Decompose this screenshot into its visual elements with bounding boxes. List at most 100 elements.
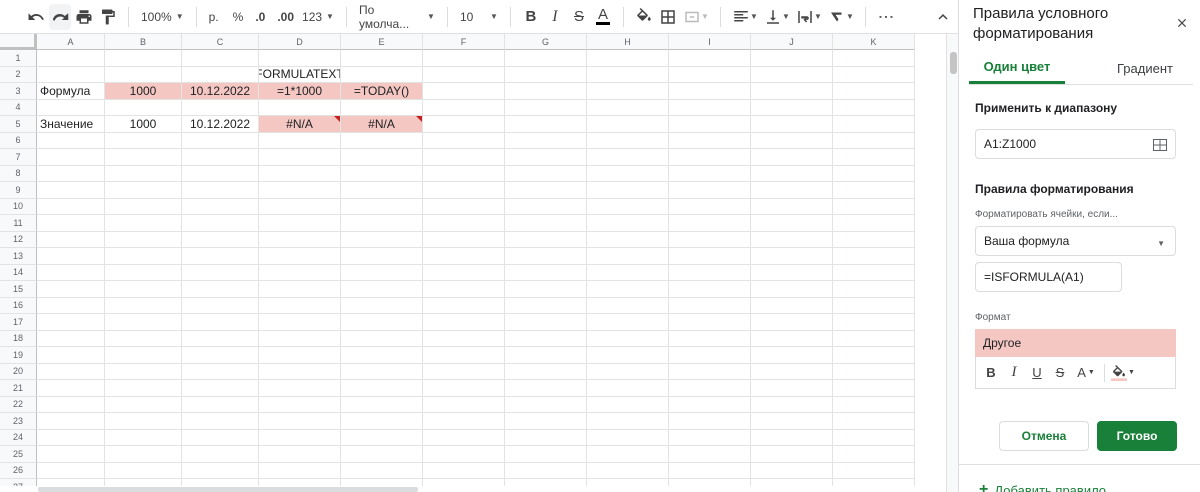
cell-k10[interactable] [833,198,915,215]
cell-j10[interactable] [751,198,833,215]
cell-f20[interactable] [423,363,505,380]
cell-h17[interactable] [587,314,669,331]
cell-a22[interactable] [37,396,105,413]
cell-a2[interactable] [37,66,105,83]
cell-b22[interactable] [105,396,182,413]
cell-g11[interactable] [505,215,587,232]
cell-e19[interactable] [341,347,423,364]
cell-h9[interactable] [587,182,669,199]
row-header-7[interactable]: 7 [0,149,37,166]
cell-a18[interactable] [37,330,105,347]
column-header-k[interactable]: K [833,34,915,50]
condition-select[interactable]: Ваша формула ▼ [975,226,1176,256]
cell-b14[interactable] [105,264,182,281]
cell-c17[interactable] [182,314,259,331]
cell-d24[interactable] [259,429,341,446]
cell-f15[interactable] [423,281,505,298]
cell-k7[interactable] [833,149,915,166]
row-header-15[interactable]: 15 [0,281,37,298]
cell-d9[interactable] [259,182,341,199]
cell-e25[interactable] [341,446,423,463]
cell-a19[interactable] [37,347,105,364]
cell-k24[interactable] [833,429,915,446]
formula-input[interactable]: =ISFORMULA(A1) [975,262,1122,292]
cell-c19[interactable] [182,347,259,364]
cell-c15[interactable] [182,281,259,298]
cell-i12[interactable] [669,231,751,248]
cell-c2[interactable] [182,66,259,83]
cell-g22[interactable] [505,396,587,413]
cell-f7[interactable] [423,149,505,166]
cell-f16[interactable] [423,297,505,314]
cell-g21[interactable] [505,380,587,397]
cell-c4[interactable] [182,99,259,116]
cell-a1[interactable] [37,50,105,67]
cell-c3[interactable]: 10.12.2022 [182,83,259,100]
cell-e15[interactable] [341,281,423,298]
undo-icon[interactable] [25,4,47,30]
cell-h23[interactable] [587,413,669,430]
cell-i11[interactable] [669,215,751,232]
done-button[interactable]: Готово [1097,421,1177,451]
cell-d3[interactable]: =1*1000 [259,83,341,100]
cell-g24[interactable] [505,429,587,446]
row-header-12[interactable]: 12 [0,231,37,248]
cell-e11[interactable] [341,215,423,232]
print-icon[interactable] [73,4,95,30]
row-header-6[interactable]: 6 [0,132,37,149]
cell-e21[interactable] [341,380,423,397]
cell-b13[interactable] [105,248,182,265]
cell-d22[interactable] [259,396,341,413]
cell-b26[interactable] [105,462,182,479]
cell-f6[interactable] [423,132,505,149]
cell-g13[interactable] [505,248,587,265]
cell-h18[interactable] [587,330,669,347]
column-header-b[interactable]: B [105,34,182,50]
cell-f22[interactable] [423,396,505,413]
cell-j12[interactable] [751,231,833,248]
row-header-21[interactable]: 21 [0,380,37,397]
cell-b20[interactable] [105,363,182,380]
cell-f2[interactable] [423,66,505,83]
cell-i2[interactable] [669,66,751,83]
cell-b2[interactable] [105,66,182,83]
cell-a13[interactable] [37,248,105,265]
cell-i5[interactable] [669,116,751,133]
cell-b21[interactable] [105,380,182,397]
row-header-1[interactable]: 1 [0,50,37,67]
cell-i25[interactable] [669,446,751,463]
cell-g19[interactable] [505,347,587,364]
cell-j18[interactable] [751,330,833,347]
cell-f17[interactable] [423,314,505,331]
add-rule-button[interactable]: + Добавить правило [979,481,1106,492]
cell-c27[interactable] [182,479,259,486]
cell-a26[interactable] [37,462,105,479]
cell-b1[interactable] [105,50,182,67]
cell-g7[interactable] [505,149,587,166]
cell-d21[interactable] [259,380,341,397]
cell-d27[interactable] [259,479,341,486]
text-wrap-icon[interactable]: ▼ [794,4,824,30]
cell-i16[interactable] [669,297,751,314]
cell-h26[interactable] [587,462,669,479]
text-color-button[interactable]: A [592,4,614,30]
cell-c1[interactable] [182,50,259,67]
cell-d16[interactable] [259,297,341,314]
cell-b3[interactable]: 1000 [105,83,182,100]
cell-i14[interactable] [669,264,751,281]
cell-i17[interactable] [669,314,751,331]
column-header-d[interactable]: D [259,34,341,50]
font-size-select[interactable]: 10 ▼ [456,4,502,30]
cell-f13[interactable] [423,248,505,265]
row-header-23[interactable]: 23 [0,413,37,430]
cell-j2[interactable] [751,66,833,83]
row-header-5[interactable]: 5 [0,116,37,133]
borders-icon[interactable] [657,4,679,30]
cell-k1[interactable] [833,50,915,67]
cell-h27[interactable] [587,479,669,486]
cell-j15[interactable] [751,281,833,298]
cell-e16[interactable] [341,297,423,314]
column-header-j[interactable]: J [751,34,833,50]
column-header-c[interactable]: C [182,34,259,50]
cell-f3[interactable] [423,83,505,100]
